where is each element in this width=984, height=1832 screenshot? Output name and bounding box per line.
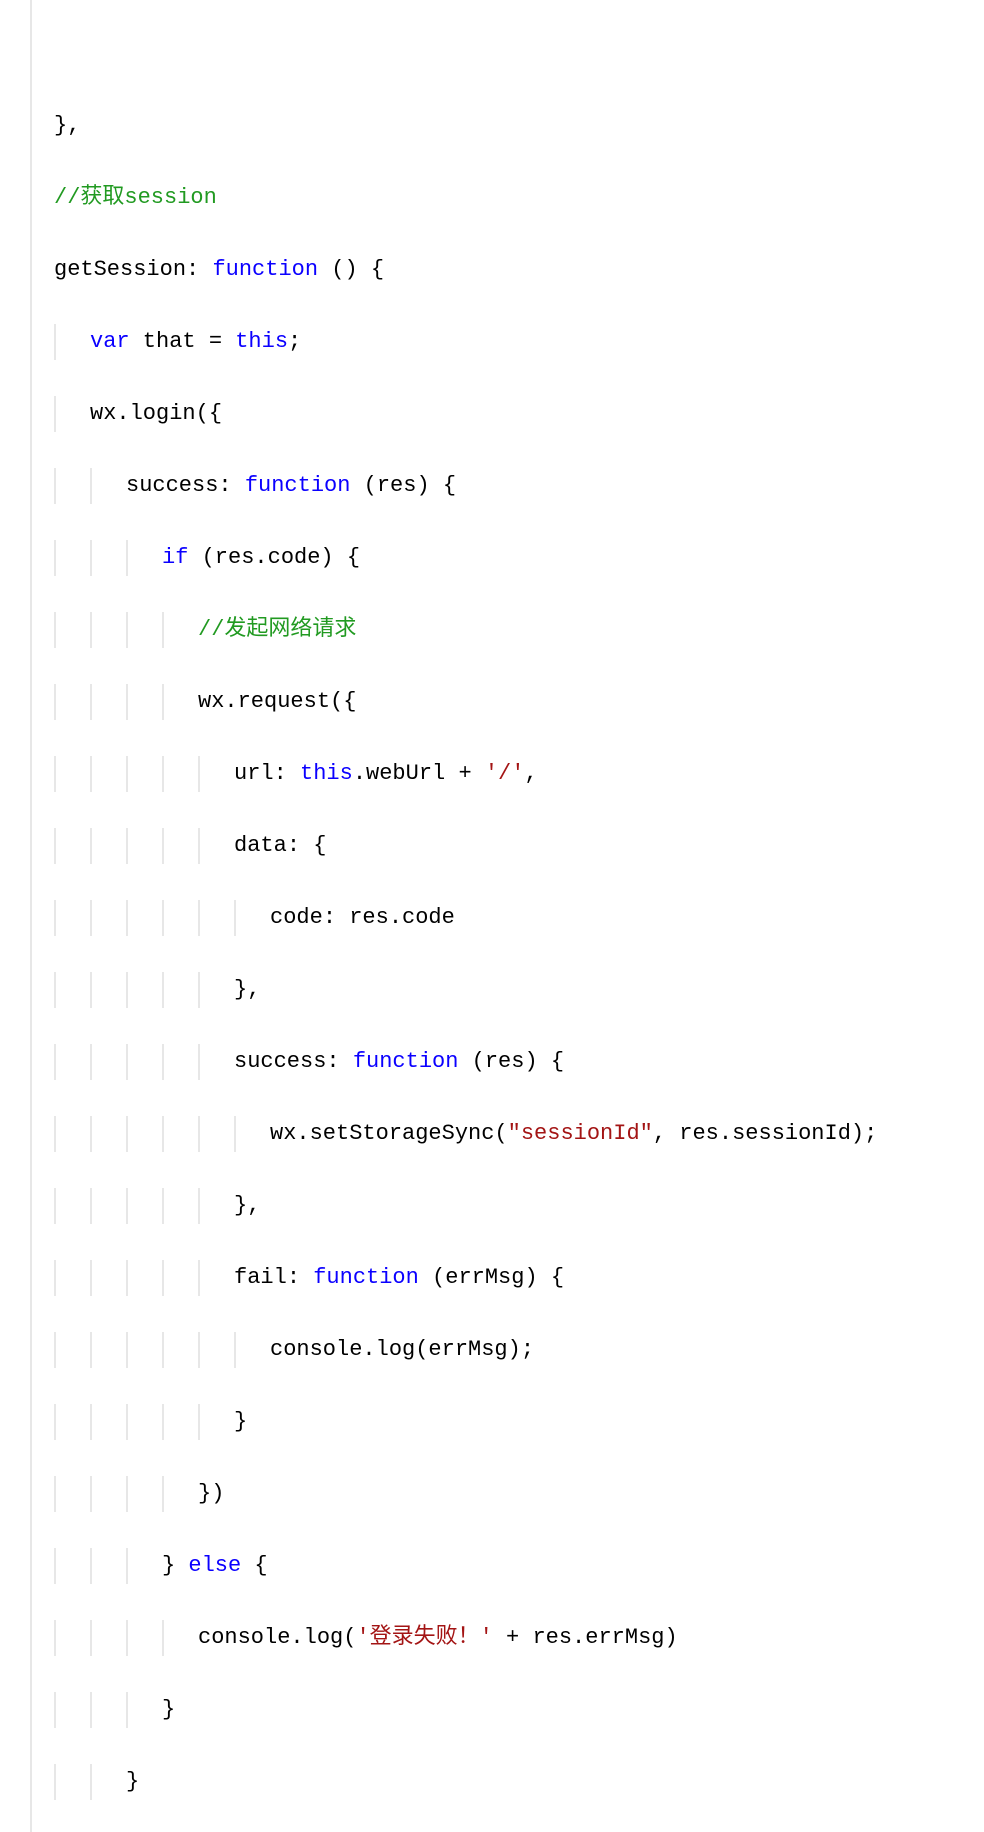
token: + res.errMsg) [493, 1625, 678, 1650]
token: : res.code [323, 905, 455, 930]
code-line: wx.request({ [18, 684, 984, 720]
code-line: fail: function (errMsg) { [18, 1260, 984, 1296]
token: wx.setStorageSync( [270, 1121, 508, 1146]
code-line: url: this.webUrl + '/', [18, 756, 984, 792]
token: fail [234, 1265, 287, 1290]
token: (res) { [458, 1049, 564, 1074]
keyword-token: else [188, 1553, 241, 1578]
code-editor: }, //获取session getSession: function () {… [0, 0, 984, 1832]
code-line: success: function (res) { [18, 468, 984, 504]
keyword-token: if [162, 545, 188, 570]
token: console.log( [198, 1625, 356, 1650]
token: (errMsg) { [419, 1265, 564, 1290]
code-line: data: { [18, 828, 984, 864]
keyword-token: var [90, 329, 130, 354]
code-line: }, [18, 1188, 984, 1224]
token: }) [198, 1481, 224, 1506]
token: that = [130, 329, 236, 354]
code-line: if (res.code) { [18, 540, 984, 576]
code-line: }, [18, 108, 984, 144]
keyword-token: function [313, 1265, 419, 1290]
token: .webUrl + [353, 761, 485, 786]
token: }, [234, 977, 260, 1002]
token: : [287, 1265, 313, 1290]
comment-token: //获取session [54, 185, 217, 210]
token: ; [288, 329, 301, 354]
token: , [524, 761, 537, 786]
code-line: var that = this; [18, 324, 984, 360]
code-line: } else { [18, 1548, 984, 1584]
token: }, [234, 1193, 260, 1218]
token: : [218, 473, 244, 498]
string-token: '登录失败！' [356, 1625, 492, 1650]
keyword-token: function [212, 257, 318, 282]
token: code [270, 905, 323, 930]
token: : { [287, 833, 327, 858]
token: }, [54, 113, 80, 138]
code-line: } [18, 1692, 984, 1728]
code-line: //发起网络请求 [18, 612, 984, 648]
code-line: success: function (res) { [18, 1044, 984, 1080]
code-line: } [18, 1764, 984, 1800]
token: console.log(errMsg); [270, 1337, 534, 1362]
code-line: //获取session [18, 180, 984, 216]
token: { [241, 1553, 267, 1578]
keyword-token: this [235, 329, 288, 354]
token: success [126, 473, 218, 498]
code-line: console.log(errMsg); [18, 1332, 984, 1368]
token: data [234, 833, 287, 858]
code-line: }) [18, 1476, 984, 1512]
token: wx.login({ [90, 401, 222, 426]
token: (res.code) { [188, 545, 360, 570]
keyword-token: this [300, 761, 353, 786]
keyword-token: function [245, 473, 351, 498]
code-line: wx.login({ [18, 396, 984, 432]
code-line: wx.setStorageSync("sessionId", res.sessi… [18, 1116, 984, 1152]
token: getSession [54, 257, 186, 282]
token: : [326, 1049, 352, 1074]
comment-token: //发起网络请求 [198, 617, 356, 642]
token: (res) { [350, 473, 456, 498]
token: success [234, 1049, 326, 1074]
token: wx.request({ [198, 689, 356, 714]
token: } [234, 1409, 247, 1434]
token: } [162, 1553, 188, 1578]
code-line: getSession: function () { [18, 252, 984, 288]
token: } [126, 1769, 139, 1794]
code-line: code: res.code [18, 900, 984, 936]
token: , res.sessionId); [653, 1121, 877, 1146]
string-token: "sessionId" [508, 1121, 653, 1146]
token: url [234, 761, 274, 786]
token: () { [318, 257, 384, 282]
code-line: } [18, 1404, 984, 1440]
code-line: }, [18, 972, 984, 1008]
token: : [186, 257, 212, 282]
token: } [162, 1697, 175, 1722]
keyword-token: function [353, 1049, 459, 1074]
string-token: '/' [485, 761, 525, 786]
token: : [274, 761, 300, 786]
code-line: console.log('登录失败！' + res.errMsg) [18, 1620, 984, 1656]
